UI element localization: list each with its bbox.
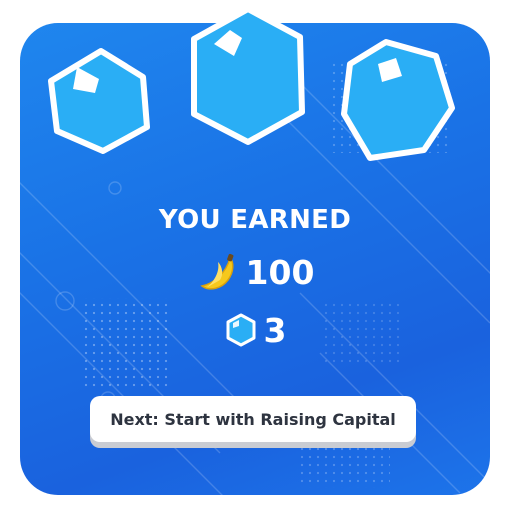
reward-title: YOU EARNED <box>158 205 352 235</box>
gem-icon <box>226 313 256 347</box>
banana-amount: 100 <box>245 252 315 292</box>
gem-reward: 3 <box>0 310 510 350</box>
earned-gem-right <box>341 39 455 161</box>
earned-gem-center <box>191 6 305 145</box>
banana-reward: 100 <box>0 250 510 294</box>
next-button[interactable]: Next: Start with Raising Capital <box>90 396 416 442</box>
earned-gem-left <box>48 48 150 154</box>
banana-icon <box>199 253 234 290</box>
gem-amount: 3 <box>263 310 287 350</box>
